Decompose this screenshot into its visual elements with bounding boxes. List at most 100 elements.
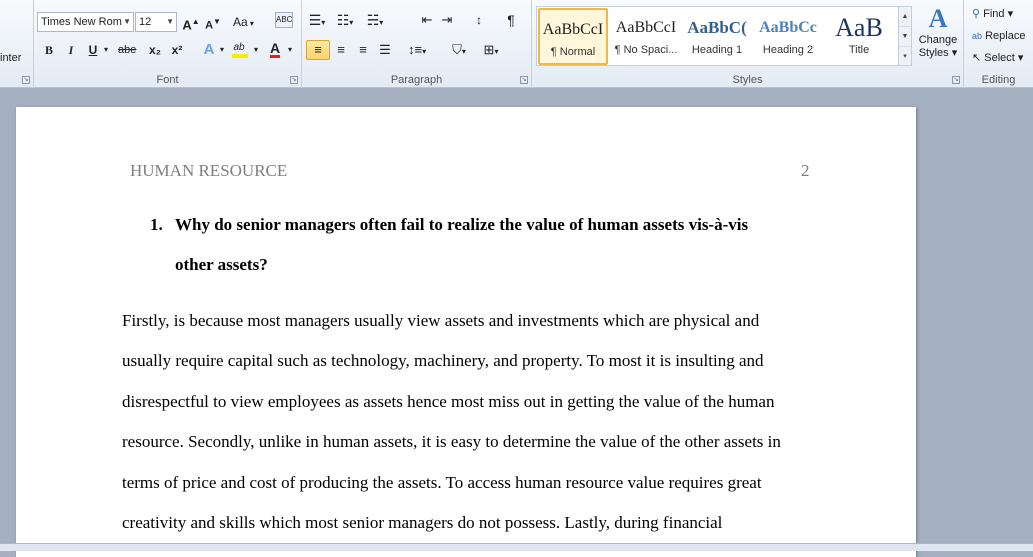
superscript-button[interactable]: x² [168, 40, 186, 60]
italic-button[interactable]: I [62, 40, 80, 60]
sort-button[interactable]: ↕ [470, 10, 488, 30]
style-name: ¶ No Spaci... [614, 44, 678, 56]
align-right-button[interactable]: ≡ [354, 40, 372, 60]
change-styles-label: Change [918, 34, 958, 46]
font-launcher-icon[interactable]: ↘ [290, 76, 298, 84]
align-left-button[interactable]: ≡ [306, 40, 330, 60]
style-name: ¶ Normal [550, 46, 596, 58]
select-button[interactable]: ↖ Select ▾ [972, 48, 1023, 68]
font-color-label: A [269, 40, 281, 56]
style-gallery: AaBbCcI ¶ Normal AaBbCcI ¶ No Spaci... A… [536, 6, 900, 66]
font-group: Times New Rom ▼ 12 ▼ A▲ A▼ Aa ▾ ABC B I U … [34, 0, 302, 88]
grow-font-button[interactable]: A▲ [182, 12, 200, 32]
bullets-button[interactable]: ☰▾ [308, 10, 326, 30]
replace-button[interactable]: ab Replace [972, 26, 1025, 46]
clear-formatting-button[interactable]: ABC [275, 12, 294, 28]
status-bar [0, 543, 1033, 551]
style-heading-1[interactable]: AaBbC( Heading 1 [682, 8, 752, 65]
find-button[interactable]: ⚲ Find ▾ [972, 4, 1013, 24]
clipboard-group: inter ↘ [0, 0, 34, 88]
replace-icon: ab [972, 31, 983, 41]
decrease-indent-button[interactable]: ⇤ [418, 10, 436, 30]
running-head: HUMAN RESOURCE [130, 161, 288, 180]
borders-button[interactable]: ⊞▾ [482, 40, 500, 60]
change-case-button[interactable]: Aa ▾ [233, 12, 254, 32]
editing-group: ⚲ Find ▾ ab Replace ↖ Select ▾ Editing [964, 0, 1033, 88]
select-label: Select ▾ [984, 52, 1024, 64]
font-color-button[interactable]: A [266, 38, 284, 58]
gallery-more-icon[interactable]: ▾ [899, 47, 911, 67]
font-size-combo[interactable]: 12 ▼ [135, 12, 177, 32]
paragraph-line: creativity and skills which most senior … [122, 513, 723, 532]
text-effects-dropdown-icon[interactable]: ▾ [218, 40, 226, 60]
line-spacing-button[interactable]: ↕≡▾ [408, 40, 426, 60]
underline-dropdown-icon[interactable]: ▾ [102, 40, 110, 60]
subscript-button[interactable]: x₂ [146, 40, 164, 60]
multilevel-list-button[interactable]: ☵▾ [366, 10, 384, 30]
show-marks-button[interactable]: ¶ [502, 10, 520, 30]
change-styles-icon: A [928, 4, 948, 33]
chevron-down-icon: ▼ [166, 17, 174, 26]
align-center-button[interactable]: ≡ [332, 40, 350, 60]
font-name-combo[interactable]: Times New Rom ▼ [37, 12, 134, 32]
paragraph-line: terms of price and cost of producing the… [122, 473, 762, 492]
highlight-color-bar [232, 54, 248, 58]
text-effects-button[interactable]: A [200, 40, 218, 60]
format-painter-button[interactable]: inter [0, 48, 21, 68]
shrink-font-button[interactable]: A▼ [204, 12, 222, 32]
style-sample: AaB [835, 13, 883, 42]
question-line-1: Why do senior managers often fail to rea… [175, 215, 749, 234]
paragraph-line: disrespectful to view employees as asset… [122, 392, 775, 411]
bold-button[interactable]: B [40, 40, 58, 60]
font-color-dropdown-icon[interactable]: ▾ [286, 40, 294, 60]
style-gallery-scroll[interactable]: ▲ ▼ ▾ [898, 6, 912, 66]
change-styles-label-2: Styles ▾ [918, 47, 958, 59]
shading-button[interactable]: ⛉▾ [450, 40, 468, 60]
justify-button[interactable]: ☰ [376, 40, 394, 60]
document-page[interactable]: HUMAN RESOURCE 2 1. Why do senior manage… [16, 107, 916, 557]
replace-label: Replace [985, 30, 1026, 42]
highlight-dropdown-icon[interactable]: ▾ [252, 40, 260, 60]
numbering-button[interactable]: ☷▾ [336, 10, 354, 30]
highlight-label: ab [233, 42, 245, 53]
underline-button[interactable]: U [84, 40, 102, 60]
shrink-font-label: A [205, 19, 214, 32]
style-no-spacing[interactable]: AaBbCcI ¶ No Spaci... [611, 8, 681, 65]
clipboard-launcher-icon[interactable]: ↘ [22, 76, 30, 84]
styles-group-label: Styles [732, 74, 763, 86]
style-sample: AaBbCcI [615, 19, 677, 36]
question-number: 1. [150, 215, 163, 234]
style-name: Title [848, 44, 870, 56]
paragraph-line: Firstly, is because most managers usuall… [122, 311, 760, 330]
increase-indent-button[interactable]: ⇥ [438, 10, 456, 30]
font-name-value: Times New Rom [41, 16, 122, 28]
ribbon: inter ↘ Times New Rom ▼ 12 ▼ A▲ A▼ Aa ▾ AB… [0, 0, 1033, 88]
highlight-button[interactable]: ab [230, 38, 248, 58]
paragraph-line: usually require capital such as technolo… [122, 351, 764, 370]
paragraph-line: resource. Secondly, unlike in human asse… [122, 432, 781, 451]
gallery-down-icon[interactable]: ▼ [899, 27, 911, 47]
paragraph-launcher-icon[interactable]: ↘ [520, 76, 528, 84]
page-number: 2 [801, 161, 810, 180]
style-name: Heading 2 [762, 44, 814, 56]
binoculars-icon: ⚲ [972, 8, 981, 20]
style-name: Heading 1 [691, 44, 743, 56]
chevron-down-icon: ▼ [123, 17, 131, 26]
style-sample: AaBbCc [759, 19, 817, 36]
gallery-up-icon[interactable]: ▲ [899, 7, 911, 27]
paragraph-group-label: Paragraph [390, 74, 443, 86]
editing-group-label: Editing [981, 74, 1016, 86]
strikethrough-button[interactable]: abe [118, 40, 136, 60]
style-title[interactable]: AaB Title [824, 8, 894, 65]
font-size-value: 12 [139, 16, 152, 28]
style-heading-2[interactable]: AaBbCc Heading 2 [753, 8, 823, 65]
paragraph-group: ☰▾ ☷▾ ☵▾ ⇤ ⇥ ↕ ¶ ≡ ≡ ≡ ☰ ↕≡▾ ⛉▾ ⊞▾ Parag… [302, 0, 532, 88]
change-styles-button[interactable]: A Change Styles ▾ [915, 4, 961, 68]
styles-launcher-icon[interactable]: ↘ [952, 76, 960, 84]
style-normal[interactable]: AaBbCcI ¶ Normal [538, 8, 608, 65]
grow-font-label: A [182, 17, 192, 33]
cursor-icon: ↖ [972, 52, 982, 64]
question-line-2: other assets? [175, 255, 268, 274]
style-sample: AaBbCcI [542, 21, 604, 38]
font-group-label: Font [156, 74, 179, 86]
